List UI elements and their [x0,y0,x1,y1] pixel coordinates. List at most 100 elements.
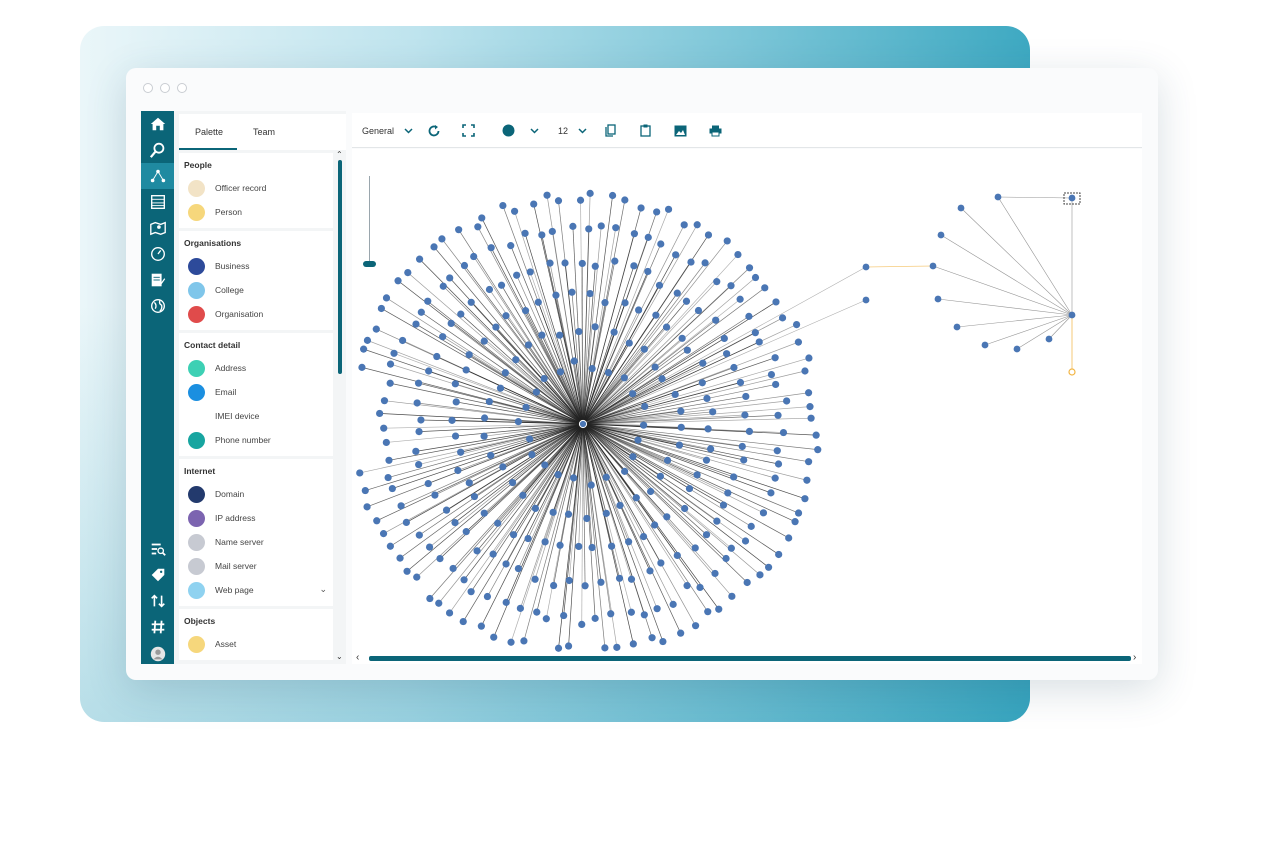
graph-node[interactable] [542,615,550,623]
palette-item[interactable]: Web page ⌄ [179,578,333,602]
window-dot-1[interactable] [143,83,153,93]
graph-node[interactable] [745,312,753,320]
graph-node[interactable] [683,346,691,354]
graph-node[interactable] [957,204,965,212]
graph-node[interactable] [501,369,509,377]
graph-node[interactable] [462,366,470,374]
graph-node[interactable] [740,456,748,464]
tab-palette[interactable]: Palette [179,114,238,150]
graph-node[interactable] [994,193,1002,201]
graph-node[interactable] [707,445,715,453]
palette-item[interactable]: IP address [179,506,333,530]
palette-item[interactable]: Domain [179,482,333,506]
graph-node[interactable] [442,506,451,514]
graph-node[interactable] [512,356,520,364]
graph-node[interactable] [685,484,694,493]
graph-node[interactable] [404,268,412,277]
graph-node[interactable] [862,296,870,304]
graph-node[interactable] [621,196,629,204]
graph-node[interactable] [519,491,527,499]
graph-node[interactable] [743,578,751,587]
network-graph-icon[interactable] [141,163,174,189]
graph-node[interactable] [647,487,655,496]
graph-node[interactable] [565,576,573,585]
graph-node[interactable] [397,502,405,510]
graph-node[interactable] [745,264,754,272]
graph-node[interactable] [385,456,393,464]
graph-node[interactable] [953,323,961,331]
graph-node[interactable] [509,531,518,539]
table-view-icon[interactable] [141,189,174,215]
graph-node[interactable] [680,221,688,229]
graph-node[interactable] [632,494,640,502]
graph-node[interactable] [704,608,712,616]
search-list-icon[interactable] [141,536,174,562]
graph-node[interactable] [663,513,671,521]
graph-node[interactable] [576,196,585,204]
graph-node[interactable] [425,543,434,551]
graph-node[interactable] [683,582,691,590]
graph-node[interactable] [1068,311,1076,319]
graph-node[interactable] [730,473,738,481]
graph-node[interactable] [681,504,689,513]
graph-node[interactable] [531,575,539,583]
graph-node[interactable] [709,408,717,416]
network-graph[interactable] [352,149,1142,664]
scroll-right-icon[interactable]: › [1133,652,1136,663]
graph-node[interactable] [655,281,664,289]
map-icon[interactable] [141,215,174,241]
graph-node[interactable] [639,532,648,541]
palette-item[interactable]: Asset [179,632,333,656]
graph-node[interactable] [625,538,633,546]
graph-node[interactable] [480,432,488,440]
graph-node[interactable] [514,418,522,426]
graph-node[interactable] [701,259,709,267]
graph-node[interactable] [604,368,612,377]
graph-node[interactable] [656,472,664,480]
graph-node[interactable] [494,519,502,527]
search-icon[interactable] [141,137,174,163]
graph-node[interactable] [522,403,530,411]
graph-node[interactable] [531,504,540,512]
graph-node[interactable] [629,640,637,648]
graph-node[interactable] [693,221,701,229]
graph-node[interactable] [446,274,454,282]
graph-node[interactable] [612,224,620,232]
graph-node[interactable] [715,605,723,613]
graph-node[interactable] [414,379,423,387]
expand-chevron-icon[interactable]: ⌄ [319,584,327,595]
graph-node[interactable] [496,384,505,392]
graph-node[interactable] [625,339,633,347]
graph-node[interactable] [384,473,392,482]
graph-node[interactable] [502,598,510,606]
graph-node[interactable] [455,226,463,234]
graph-node[interactable] [765,563,773,571]
graph-node[interactable] [659,637,667,646]
graph-node[interactable] [413,573,421,581]
graph-node[interactable] [575,327,583,336]
graph-node[interactable] [564,642,573,650]
graph-node[interactable] [602,473,610,481]
graph-node[interactable] [1045,335,1053,343]
graph-node[interactable] [417,308,425,316]
graph-node[interactable] [530,200,538,208]
palette-item[interactable]: Person [179,200,333,224]
graph-node[interactable] [424,479,432,488]
graph-node[interactable] [358,363,366,371]
hashtag-icon[interactable] [141,614,174,640]
graph-node[interactable] [691,622,700,630]
graph-node[interactable] [425,367,433,375]
graph-node[interactable] [372,325,380,333]
graph-node[interactable] [629,453,637,461]
graph-node[interactable] [698,379,706,387]
graph-node[interactable] [929,262,937,270]
graph-node[interactable] [981,341,989,349]
graph-node[interactable] [1068,194,1076,202]
graph-node[interactable] [657,240,665,248]
graph-node[interactable] [607,610,615,618]
graph-node[interactable] [549,508,557,516]
graph-node[interactable] [552,291,560,299]
graph-node[interactable] [613,643,621,651]
graph-node[interactable] [814,446,822,454]
graph-node[interactable] [751,273,760,282]
